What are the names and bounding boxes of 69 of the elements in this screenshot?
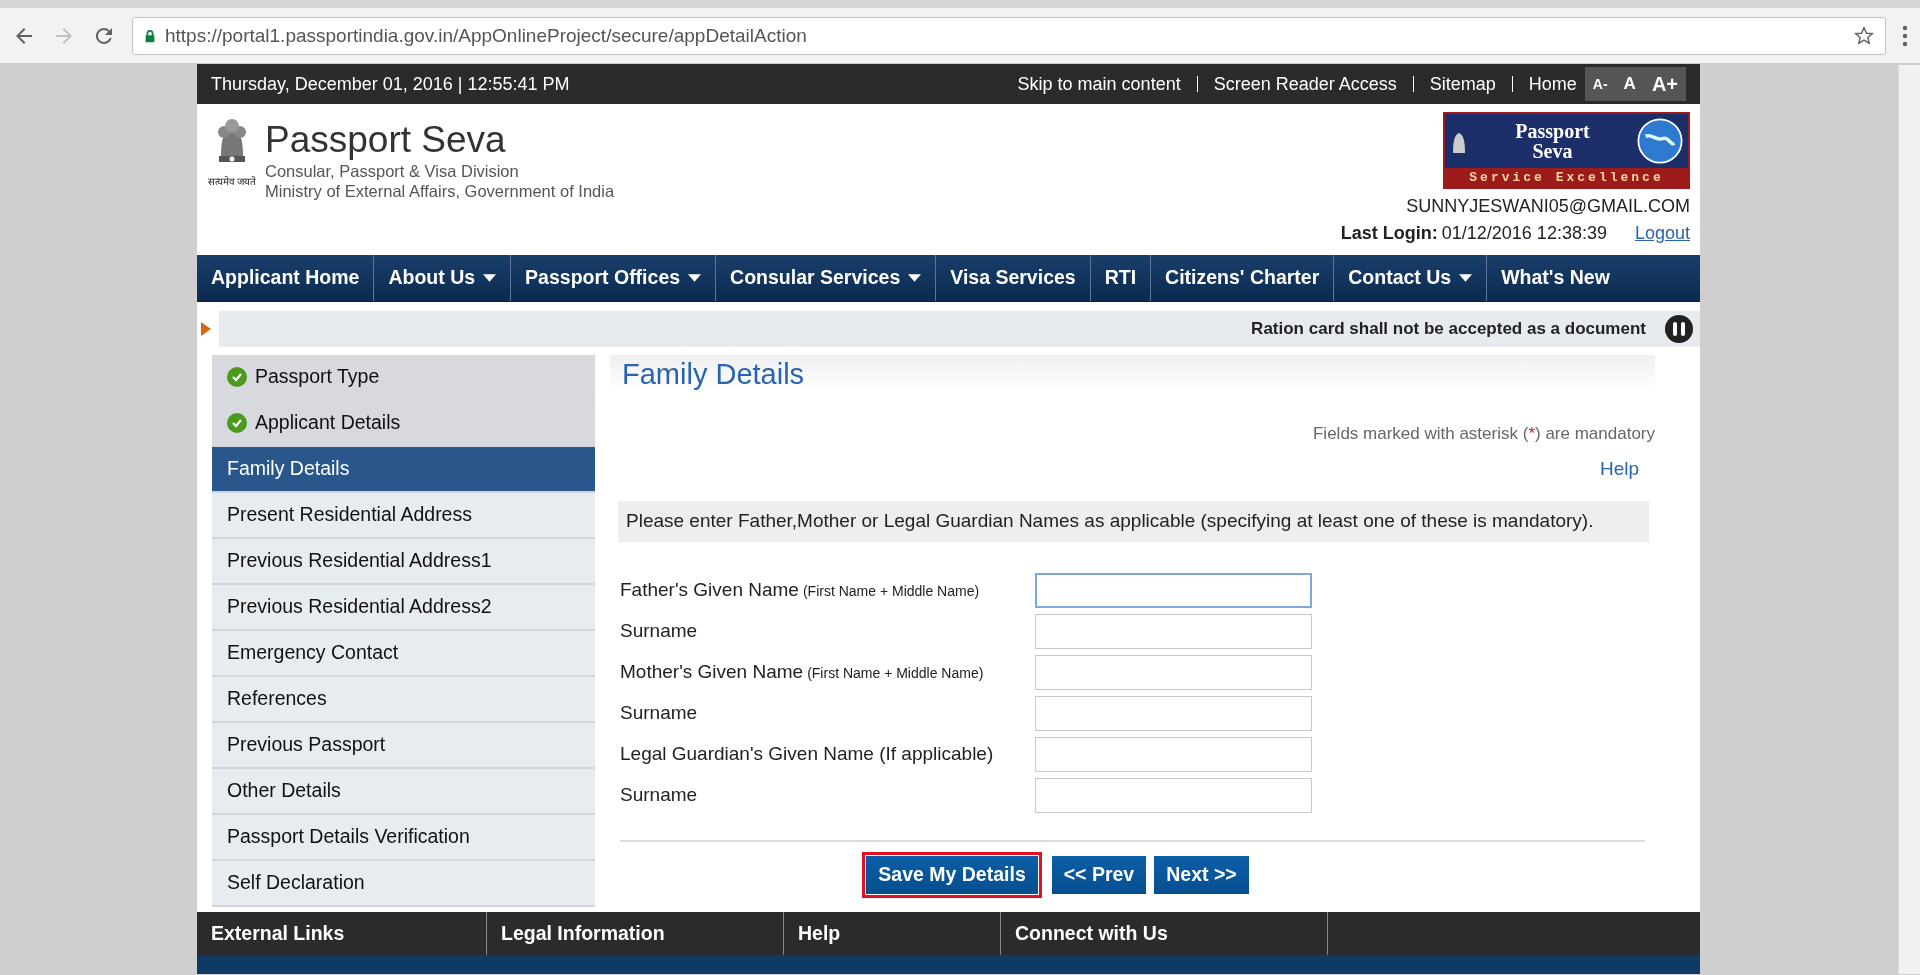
help-link[interactable]: Help — [1599, 457, 1639, 479]
last-login-label: Last Login: — [1340, 222, 1438, 245]
nav-button[interactable]: Next >> — [1154, 855, 1249, 894]
top-link[interactable]: Skip to main content — [1017, 70, 1181, 98]
instruction-text: Please enter Father,Mother or Legal Guardian Names as applicable (specifying at least one of these is mandatory). — [618, 501, 1649, 542]
sidebar-item[interactable]: Passport Type — [212, 355, 595, 401]
pause-icon[interactable] — [1664, 314, 1694, 344]
nav-button[interactable]: << Prev — [1051, 855, 1147, 894]
nav-item[interactable]: Applicant Home — [197, 255, 375, 301]
site-subtitle: Consular, Passport & Visa Division — [265, 160, 520, 182]
input-field[interactable] — [1035, 736, 1312, 772]
sidebar-item[interactable]: Applicant Details — [212, 401, 595, 447]
ticker-text: Ration card shall not be accepted as a document — [1251, 318, 1646, 341]
lock-icon — [143, 28, 157, 44]
sidebar-item[interactable]: Other Details — [212, 769, 595, 815]
caret-icon — [483, 274, 497, 282]
field-label: Surname — [620, 700, 699, 725]
site-subtitle: Ministry of External Affairs, Government of India — [265, 181, 615, 202]
date-time: Thursday, December 01, 2016 | 12:55:41 PM — [211, 72, 570, 96]
top-link[interactable]: Sitemap — [1429, 70, 1496, 98]
sidebar-item[interactable]: Previous Residential Address1 — [212, 539, 595, 585]
sidebar-item[interactable]: Emergency Contact — [212, 631, 595, 677]
mandatory-note: Fields marked with asterisk (*) are mandatory — [1312, 423, 1655, 445]
logo-text: Passport — [1515, 120, 1590, 141]
input-field[interactable] — [1035, 695, 1312, 731]
caret-icon — [908, 274, 922, 282]
sidebar-item[interactable]: Previous Passport — [212, 723, 595, 769]
site-title: Passport Seva — [265, 120, 507, 161]
field-label: Mother's Given Name (First Name + Middle Name) — [620, 659, 985, 684]
field-label: Father's Given Name (First Name + Middle Name) — [620, 577, 981, 602]
sidebar-item[interactable]: Self Declaration — [212, 861, 595, 907]
nav-item[interactable]: Passport Offices — [511, 255, 717, 301]
top-link[interactable]: Home — [1528, 70, 1577, 98]
sidebar-item[interactable]: References — [212, 677, 595, 723]
nav-item[interactable]: Citizens' Charter — [1151, 255, 1335, 301]
more-menu-icon[interactable] — [1902, 25, 1908, 47]
sidebar-item[interactable]: Previous Residential Address2 — [212, 585, 595, 631]
nav-item[interactable]: RTI — [1090, 255, 1152, 301]
sidebar-item[interactable]: Present Residential Address — [212, 493, 595, 539]
logout-link[interactable]: Logout — [1634, 220, 1690, 247]
star-icon[interactable] — [1853, 25, 1875, 47]
field-label: Surname — [620, 782, 699, 807]
nav-item[interactable]: About Us — [374, 255, 512, 301]
input-field[interactable] — [1035, 613, 1312, 649]
caret-icon — [688, 274, 702, 282]
caret-icon — [1459, 274, 1473, 282]
logo-tagline: Service Excellence — [1445, 167, 1688, 187]
address-field[interactable]: https://portal1.passportindia.gov.in/AppOnlineProject/secure/appDetailAction — [132, 17, 1886, 55]
emblem-caption: सत्यमेव जयते — [207, 175, 257, 189]
input-field[interactable] — [1035, 654, 1312, 690]
nav-item[interactable]: Consular Services — [716, 255, 937, 301]
input-field[interactable] — [1035, 572, 1312, 608]
nav-item[interactable]: Contact Us — [1334, 255, 1488, 301]
globe-icon — [1636, 116, 1684, 165]
user-email: SUNNYJESWANI05@GMAIL.COM — [1406, 195, 1690, 218]
triangle-icon — [201, 322, 211, 336]
scrollbar[interactable] — [1898, 65, 1920, 974]
last-login-time: 01/12/2016 12:38:39 — [1441, 222, 1607, 245]
sidebar-item[interactable]: Passport Details Verification — [212, 815, 595, 861]
nav-item[interactable]: Visa Services — [936, 255, 1091, 301]
form-title: Family Details — [610, 355, 1655, 393]
check-icon — [227, 367, 247, 387]
nav-item[interactable]: What's New — [1487, 255, 1700, 301]
top-link[interactable]: Screen Reader Access — [1213, 70, 1397, 98]
input-field[interactable] — [1035, 777, 1312, 813]
field-label: Surname — [620, 618, 699, 643]
check-icon — [227, 413, 247, 433]
sidebar-item[interactable]: Family Details — [212, 447, 595, 493]
field-label: Legal Guardian's Given Name (If applicable) — [620, 741, 995, 766]
